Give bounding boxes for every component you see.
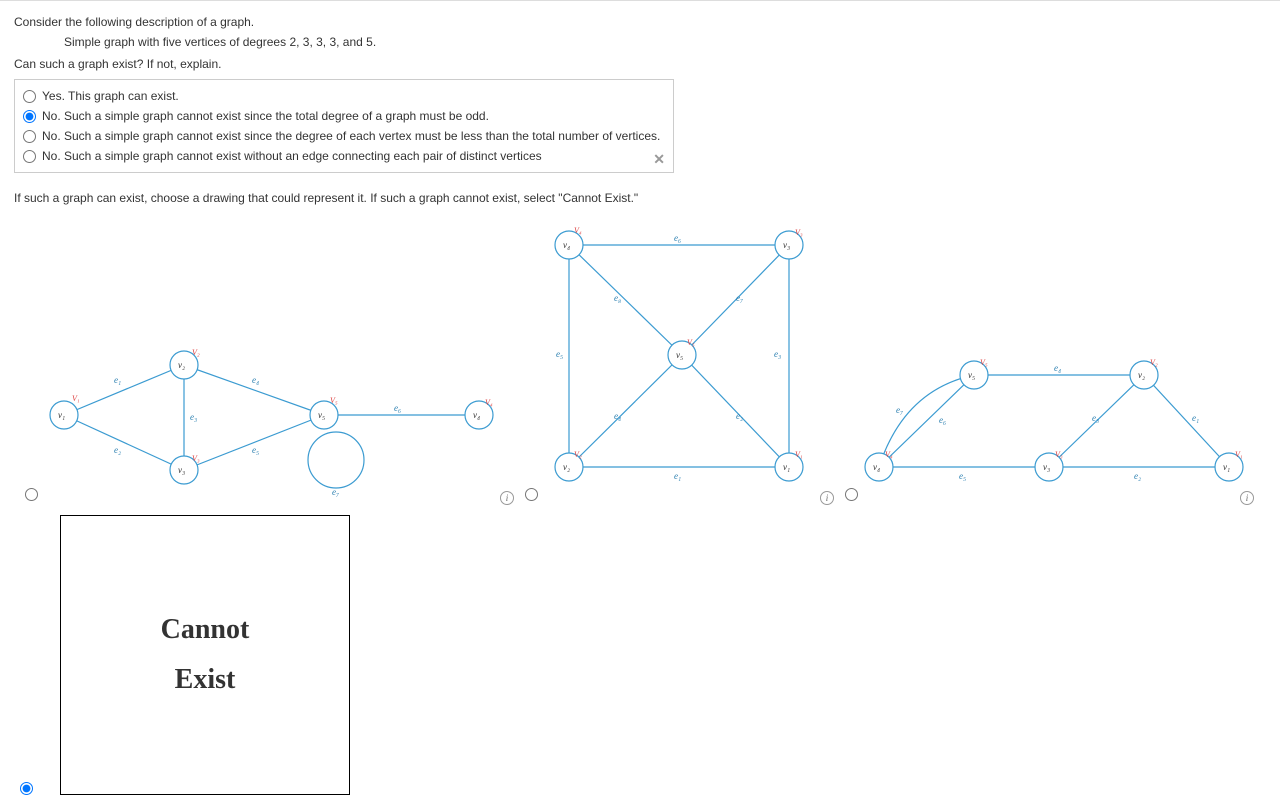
svg-text:e₁: e₁ xyxy=(674,471,681,481)
svg-text:V₅: V₅ xyxy=(330,396,338,405)
svg-text:e₅: e₅ xyxy=(556,349,563,359)
svg-text:e₆: e₆ xyxy=(394,403,401,413)
svg-text:e₃: e₃ xyxy=(190,412,197,422)
svg-text:V₄: V₄ xyxy=(885,450,893,459)
multiple-choice-box: Yes. This graph can exist. No. Such a si… xyxy=(14,79,674,173)
svg-text:e₂: e₂ xyxy=(114,445,121,455)
svg-text:v₁: v₁ xyxy=(783,462,790,472)
graph-choice-2[interactable]: v₁ v₂ v₃ v₄ v₅ V₁ V₂ V₃ V₄ V₅ e₁ e₂ e₃ e… xyxy=(514,215,834,505)
svg-text:e₇: e₇ xyxy=(332,487,339,497)
graph-2-svg: v₁ v₂ v₃ v₄ v₅ V₁ V₂ V₃ V₄ V₅ e₁ e₂ e₃ e… xyxy=(514,215,834,505)
svg-text:e₂: e₂ xyxy=(736,411,743,421)
mc-radio-4[interactable] xyxy=(23,150,36,163)
svg-text:V₃: V₃ xyxy=(1055,450,1063,459)
svg-text:V₄: V₄ xyxy=(574,226,582,235)
cannot-exist-box[interactable]: Cannot Exist xyxy=(60,515,350,795)
svg-text:v₃: v₃ xyxy=(178,465,185,475)
graph-choice-1[interactable]: v₁ v₂ v₃ v₄ v₅ V₁ V₂ V₃ V₄ V₅ e₁ e₂ e₃ e… xyxy=(14,215,514,505)
mc-option-3[interactable]: No. Such a simple graph cannot exist sin… xyxy=(23,126,665,146)
graph-info-icon-3[interactable]: i xyxy=(1240,491,1254,505)
svg-text:e₃: e₃ xyxy=(774,349,781,359)
mc-clear-icon[interactable]: ✕ xyxy=(653,151,665,168)
cannot-exist-line1: Cannot xyxy=(161,605,250,655)
svg-text:v₂: v₂ xyxy=(563,462,570,472)
svg-text:v₃: v₃ xyxy=(1043,462,1050,472)
svg-text:V₂: V₂ xyxy=(574,450,582,459)
mc-label-2: No. Such a simple graph cannot exist sin… xyxy=(42,109,489,123)
svg-text:v₅: v₅ xyxy=(676,350,683,360)
graph-info-icon-1[interactable]: i xyxy=(500,491,514,505)
svg-text:V₁: V₁ xyxy=(72,394,80,403)
svg-text:e₈: e₈ xyxy=(614,293,621,303)
svg-text:V₃: V₃ xyxy=(795,228,803,237)
svg-text:e₃: e₃ xyxy=(1092,413,1099,423)
drawing-prompt: If such a graph can exist, choose a draw… xyxy=(14,191,1266,205)
graph-radio-2[interactable] xyxy=(525,488,538,501)
svg-text:v₁: v₁ xyxy=(58,410,65,420)
svg-text:V₅: V₅ xyxy=(687,338,695,347)
graph-radio-1[interactable] xyxy=(25,488,38,501)
graph-choice-row: v₁ v₂ v₃ v₄ v₅ V₁ V₂ V₃ V₄ V₅ e₁ e₂ e₃ e… xyxy=(14,215,1266,505)
mc-option-2[interactable]: No. Such a simple graph cannot exist sin… xyxy=(23,106,665,126)
graph-1-svg: v₁ v₂ v₃ v₄ v₅ V₁ V₂ V₃ V₄ V₅ e₁ e₂ e₃ e… xyxy=(14,215,514,505)
svg-text:v₁: v₁ xyxy=(1223,462,1230,472)
graph-choice-3[interactable]: v₁ v₂ v₃ v₄ v₅ V₁ V₂ V₃ V₄ V₅ e₁ e₂ e₃ e… xyxy=(834,215,1254,505)
svg-text:e₁: e₁ xyxy=(1192,413,1199,423)
mc-label-4: No. Such a simple graph cannot exist wit… xyxy=(42,149,542,163)
svg-text:e₂: e₂ xyxy=(1134,471,1141,481)
svg-text:v₅: v₅ xyxy=(318,410,325,420)
svg-text:e₇: e₇ xyxy=(896,405,903,415)
graph-radio-3[interactable] xyxy=(845,488,858,501)
svg-text:e₆: e₆ xyxy=(674,233,681,243)
svg-text:v₃: v₃ xyxy=(783,240,790,250)
svg-text:v₄: v₄ xyxy=(873,462,880,472)
mc-label-3: No. Such a simple graph cannot exist sin… xyxy=(42,129,660,143)
svg-text:V₁: V₁ xyxy=(795,450,803,459)
svg-text:e₅: e₅ xyxy=(252,445,259,455)
mc-radio-1[interactable] xyxy=(23,90,36,103)
svg-text:V₂: V₂ xyxy=(192,348,200,357)
mc-radio-3[interactable] xyxy=(23,130,36,143)
cannot-exist-line2: Exist xyxy=(175,655,236,705)
question-prompt: Consider the following description of a … xyxy=(14,15,1266,29)
svg-text:e₄: e₄ xyxy=(614,411,621,421)
svg-text:v₄: v₄ xyxy=(563,240,570,250)
svg-text:v₂: v₂ xyxy=(1138,370,1145,380)
svg-text:e₅: e₅ xyxy=(959,471,966,481)
mc-radio-2[interactable] xyxy=(23,110,36,123)
mc-option-4[interactable]: No. Such a simple graph cannot exist wit… xyxy=(23,146,665,166)
graph-3-svg: v₁ v₂ v₃ v₄ v₅ V₁ V₂ V₃ V₄ V₅ e₁ e₂ e₃ e… xyxy=(834,215,1254,505)
graph-info-icon-2[interactable]: i xyxy=(820,491,834,505)
svg-text:V₄: V₄ xyxy=(485,398,493,407)
question-description: Simple graph with five vertices of degre… xyxy=(64,35,1266,49)
graph-radio-cannot-exist[interactable] xyxy=(20,782,33,795)
question-subprompt: Can such a graph exist? If not, explain. xyxy=(14,57,1266,71)
svg-text:V₃: V₃ xyxy=(192,454,200,463)
mc-label-1: Yes. This graph can exist. xyxy=(42,89,179,103)
mc-option-1[interactable]: Yes. This graph can exist. xyxy=(23,86,665,106)
svg-text:e₁: e₁ xyxy=(114,375,121,385)
svg-text:e₆: e₆ xyxy=(939,415,946,425)
svg-text:v₅: v₅ xyxy=(968,370,975,380)
svg-text:V₅: V₅ xyxy=(980,358,988,367)
svg-text:e₄: e₄ xyxy=(252,375,259,385)
svg-text:e₇: e₇ xyxy=(736,293,743,303)
svg-text:V₂: V₂ xyxy=(1150,358,1158,367)
svg-text:v₄: v₄ xyxy=(473,410,480,420)
svg-text:e₄: e₄ xyxy=(1054,363,1061,373)
svg-text:V₁: V₁ xyxy=(1235,450,1243,459)
svg-text:v₂: v₂ xyxy=(178,360,185,370)
